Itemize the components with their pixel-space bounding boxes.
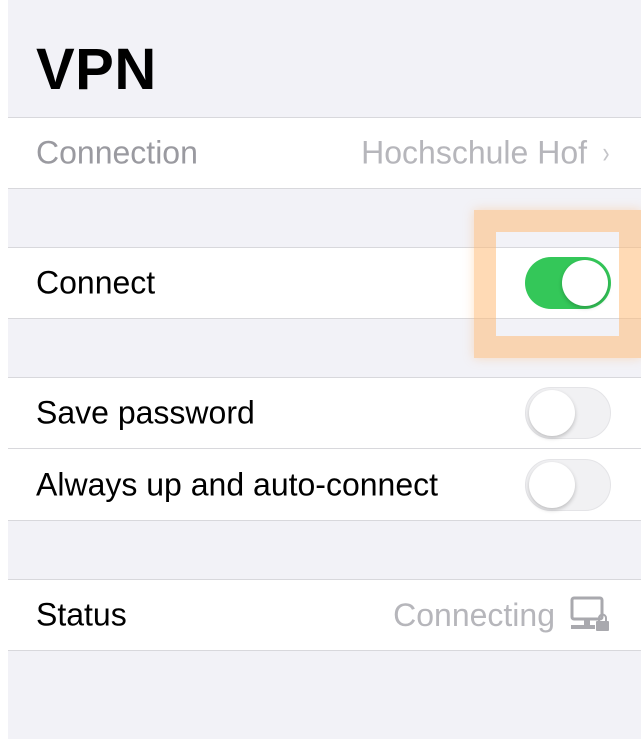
header: VPN — [8, 0, 641, 117]
save-password-toggle[interactable] — [525, 387, 611, 439]
always-up-toggle[interactable] — [525, 458, 611, 511]
settings-screen: VPN Connection Hochschule Hof › Connect … — [8, 0, 641, 739]
connection-value: Hochschule Hof — [361, 134, 587, 171]
connection-label: Connection — [36, 134, 198, 171]
status-value-group: Connecting — [393, 596, 611, 634]
connect-label: Connect — [36, 264, 156, 301]
status-row: Status Connecting — [8, 579, 641, 651]
toggle-knob — [529, 461, 575, 508]
chevron-right-icon: › — [602, 136, 610, 169]
save-password-row: Save password — [8, 377, 641, 449]
connect-toggle[interactable] — [525, 257, 611, 309]
status-label: Status — [36, 596, 127, 633]
status-value: Connecting — [393, 596, 555, 633]
connection-row[interactable]: Connection Hochschule Hof › — [8, 117, 641, 189]
always-up-label: Always up and auto-connect — [36, 466, 439, 502]
toggle-knob — [562, 260, 608, 306]
page-title: VPN — [36, 37, 157, 102]
always-up-row: Always up and auto-connect — [8, 449, 641, 521]
connection-value-group: Hochschule Hof › — [361, 135, 611, 172]
toggle-knob — [529, 390, 575, 436]
save-password-label: Save password — [36, 394, 255, 431]
connect-row: Connect — [8, 247, 641, 319]
network-computer-icon — [570, 596, 609, 631]
